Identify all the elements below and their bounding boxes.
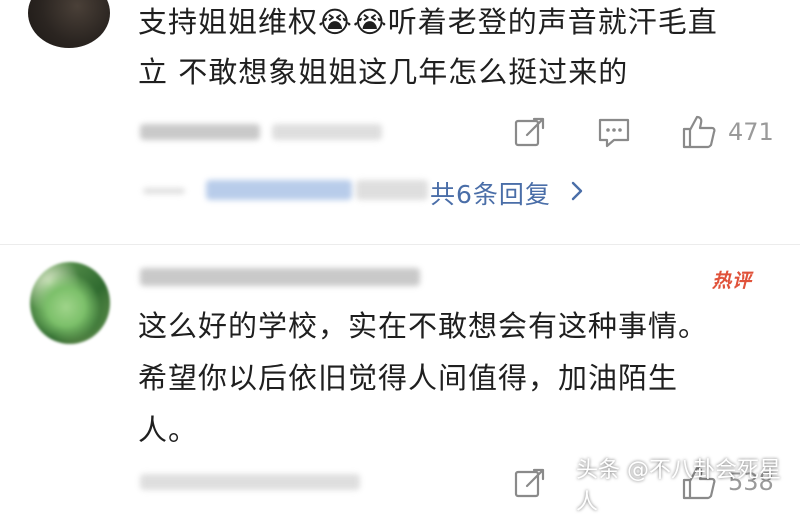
like-count: 471: [728, 118, 774, 146]
chevron-right-icon[interactable]: [568, 180, 586, 202]
avatar[interactable]: [30, 262, 110, 344]
divider: [0, 244, 800, 245]
reply-text-blurred: [356, 180, 428, 200]
comment-icon[interactable]: [597, 115, 631, 149]
reply-preview-blurred: [143, 188, 185, 194]
thumbs-up-icon[interactable]: [680, 113, 718, 151]
comment-line: 人。: [138, 413, 199, 447]
comment-line: 支持姐姐维权😭😭听着老登的声音就汗毛直: [138, 5, 718, 39]
comment-line: 立 不敢想象姐姐这几年怎么挺过来的: [138, 55, 629, 89]
watermark: 头条 @不八卦会死星人: [576, 458, 781, 515]
share-icon[interactable]: [513, 466, 547, 500]
comment-line: 希望你以后依旧觉得人间值得，加油陌生: [138, 361, 679, 395]
comment-username-blurred: [140, 268, 420, 286]
comment-source-blurred: [272, 124, 382, 140]
comment-line: 这么好的学校，实在不敢想会有这种事情。: [138, 309, 709, 343]
comment-meta-blurred: [140, 124, 260, 140]
hot-comment-badge: 热评: [712, 270, 753, 292]
reply-username-blurred: [206, 180, 352, 200]
comment-meta-blurred: [140, 474, 360, 490]
avatar[interactable]: [28, 0, 110, 48]
comment-text: 支持姐姐维权😭😭听着老登的声音就汗毛直 立 不敢想象姐姐这几年怎么挺过来的: [138, 0, 788, 94]
comment-text: 这么好的学校，实在不敢想会有这种事情。 希望你以后依旧觉得人间值得，加油陌生 人…: [138, 304, 788, 452]
view-replies-link[interactable]: 共6条回复: [430, 175, 551, 211]
share-icon[interactable]: [513, 115, 547, 149]
